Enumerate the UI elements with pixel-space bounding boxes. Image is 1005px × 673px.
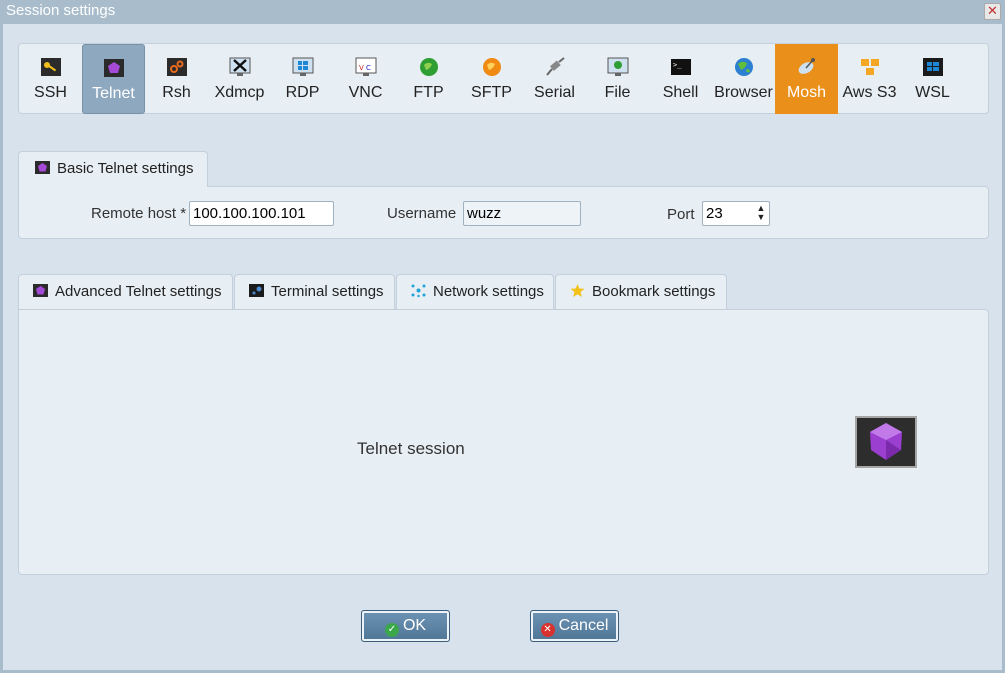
tab-bookmark-settings[interactable]: Bookmark settings xyxy=(555,274,727,309)
session-type-label: RDP xyxy=(285,84,320,101)
username-label: Username xyxy=(387,205,457,222)
session-type-label: Xdmcp xyxy=(214,84,265,101)
session-type-label: WSL xyxy=(915,84,950,101)
ftp-globe-icon xyxy=(419,58,438,76)
port-label: Port xyxy=(667,206,695,223)
tab-label: Terminal settings xyxy=(271,283,384,300)
advanced-settings-panel xyxy=(18,309,989,575)
terminal-settings-icon xyxy=(249,284,264,297)
svg-text:C: C xyxy=(366,64,371,72)
windows-logo-icon xyxy=(922,58,943,76)
window-title: Session settings xyxy=(6,2,116,19)
vnc-icon: VC xyxy=(355,57,376,76)
globe-icon xyxy=(734,58,753,76)
session-type-mosh[interactable]: Mosh xyxy=(775,44,838,114)
gem-icon xyxy=(35,161,50,174)
username-input[interactable]: wuzz xyxy=(463,201,581,226)
port-spin-buttons[interactable]: ▲ ▼ xyxy=(755,204,767,223)
session-type-label: Rsh xyxy=(162,84,191,101)
tab-label: Basic Telnet settings xyxy=(57,160,194,177)
svg-text:>_: >_ xyxy=(673,61,682,69)
window-title-bar: Session settings ✕ xyxy=(0,0,1005,24)
session-type-rsh[interactable]: Rsh xyxy=(145,44,208,114)
telnet-gem-icon xyxy=(855,416,917,468)
close-button[interactable]: ✕ xyxy=(984,3,1001,20)
session-type-xdmcp[interactable]: Xdmcp xyxy=(208,44,271,114)
session-type-shell[interactable]: >_ Shell xyxy=(649,44,712,114)
tab-label: Network settings xyxy=(433,283,544,300)
cancel-label: Cancel xyxy=(558,617,609,634)
session-type-browser[interactable]: Browser xyxy=(712,44,775,114)
ok-button[interactable]: ✓ OK xyxy=(361,610,450,642)
windows-monitor-icon xyxy=(292,57,313,76)
star-icon xyxy=(570,284,585,297)
session-type-aws-s3[interactable]: Aws S3 xyxy=(838,44,901,114)
network-icon xyxy=(411,284,426,297)
tab-network-settings[interactable]: Network settings xyxy=(396,274,554,309)
session-type-rdp[interactable]: RDP xyxy=(271,44,334,114)
gem-icon xyxy=(103,59,124,77)
session-type-sftp[interactable]: SFTP xyxy=(460,44,523,114)
session-type-label: Telnet xyxy=(92,85,135,102)
port-value: 23 xyxy=(706,205,723,222)
session-type-label: VNC xyxy=(348,84,383,101)
tab-basic-telnet-settings[interactable]: Basic Telnet settings xyxy=(18,151,208,187)
tab-advanced-telnet-settings[interactable]: Advanced Telnet settings xyxy=(18,274,233,309)
session-type-label: Serial xyxy=(534,84,575,101)
gem-icon xyxy=(33,284,48,297)
session-type-label: FTP xyxy=(413,84,444,101)
ok-label: OK xyxy=(402,617,427,634)
serial-plug-icon xyxy=(545,57,565,76)
session-type-file[interactable]: File xyxy=(586,44,649,114)
session-type-label: Aws S3 xyxy=(842,84,897,101)
x-display-icon xyxy=(229,57,250,76)
remote-host-label: Remote host * xyxy=(91,205,187,222)
rsh-icon xyxy=(166,58,187,76)
session-type-label: Shell xyxy=(662,84,699,101)
aws-cubes-icon xyxy=(860,59,879,75)
remote-host-input[interactable]: 100.100.100.101 xyxy=(189,201,334,226)
tab-label: Bookmark settings xyxy=(592,283,716,300)
gem-icon xyxy=(870,423,902,460)
session-type-label: File xyxy=(604,84,631,101)
session-type-label: SSH xyxy=(34,84,67,101)
session-type-wsl[interactable]: WSL xyxy=(901,44,964,114)
tab-terminal-settings[interactable]: Terminal settings xyxy=(234,274,395,309)
session-type-serial[interactable]: Serial xyxy=(523,44,586,114)
session-type-label: SFTP xyxy=(471,84,512,101)
sftp-globe-icon xyxy=(482,58,501,76)
port-stepper[interactable]: 23 ▲ ▼ xyxy=(702,201,770,226)
session-type-toolbar: SSH Telnet Rsh Xdmcp RDP VC VNC FTP SFTP… xyxy=(18,43,989,114)
terminal-icon: >_ xyxy=(670,59,691,75)
key-icon xyxy=(40,58,61,76)
svg-text:V: V xyxy=(359,64,364,72)
file-monitor-icon xyxy=(607,57,628,76)
check-icon: ✓ xyxy=(384,623,399,637)
session-type-label: Browser xyxy=(714,84,773,101)
tab-label: Advanced Telnet settings xyxy=(55,283,222,300)
session-type-vnc[interactable]: VC VNC xyxy=(334,44,397,114)
satellite-icon xyxy=(798,58,815,74)
cancel-x-icon: ✕ xyxy=(540,623,555,637)
session-type-telnet[interactable]: Telnet xyxy=(82,44,145,114)
session-type-ssh[interactable]: SSH xyxy=(19,44,82,114)
session-type-ftp[interactable]: FTP xyxy=(397,44,460,114)
session-description: Telnet session xyxy=(357,439,465,458)
cancel-button[interactable]: ✕ Cancel xyxy=(530,610,619,642)
session-type-label: Mosh xyxy=(786,84,827,101)
